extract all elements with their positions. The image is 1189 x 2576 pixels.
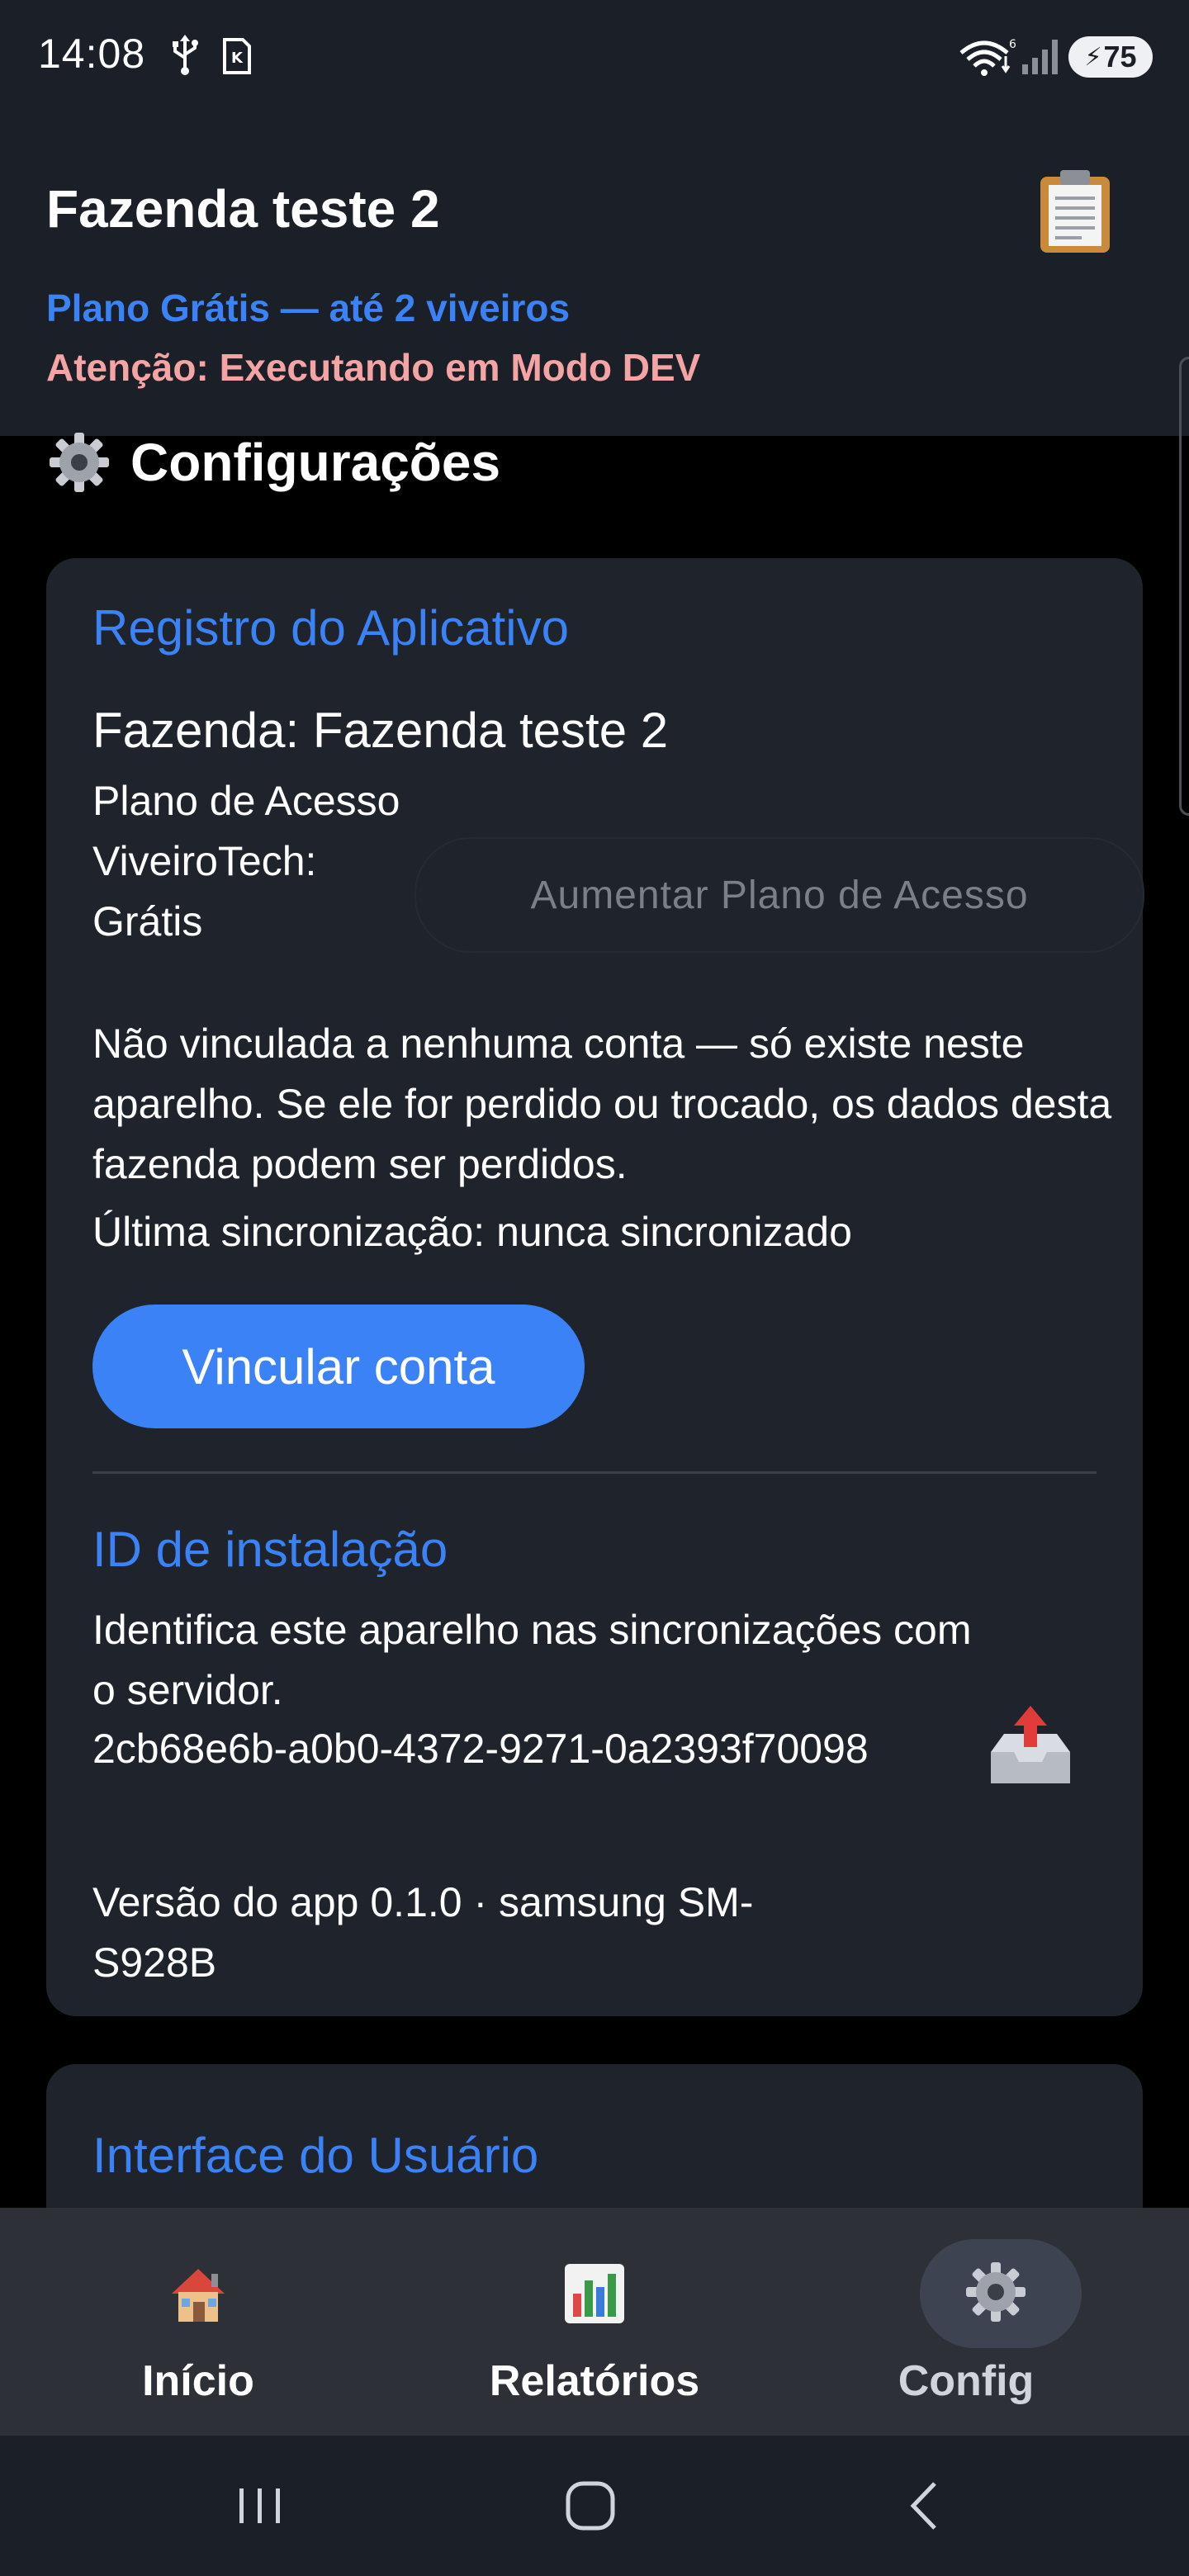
signal-icon [1022, 40, 1058, 74]
app-version: Versão do app 0.1.0 · samsung SM-S928B [92, 1879, 754, 1986]
nav-item-home[interactable]: Início [0, 2208, 396, 2436]
link-account-button[interactable]: Vincular conta [92, 1305, 585, 1428]
registry-section-title: Registro do Aplicativo [92, 600, 569, 656]
gear-icon [966, 2262, 1026, 2322]
page-title: Configurações [46, 429, 500, 495]
charging-icon: ⚡ [1084, 43, 1102, 71]
svg-text:K: K [231, 50, 244, 67]
divider [92, 1471, 1097, 1474]
nav-item-reports[interactable]: Relatórios [396, 2208, 793, 2436]
home-icon [172, 2269, 225, 2322]
wifi-icon: 6 [959, 38, 1016, 76]
nav-label-reports: Relatórios [489, 2357, 700, 2405]
system-navigation-bar [0, 2436, 1189, 2576]
registry-card: Registro do Aplicativo Fazenda: Fazenda … [46, 558, 1144, 2016]
dev-mode-warning: Atenção: Executando em Modo DEV [46, 346, 701, 389]
install-id-value: 2cb68e6b-a0b0-4372-9271-0a2393f70098 [92, 1726, 869, 1772]
battery-level: 75 [1103, 40, 1137, 73]
last-sync: Última sincronização: nunca sincronizado [92, 1209, 852, 1255]
app-header: Fazenda teste 2 Plano Grátis — até 2 viv… [0, 116, 1189, 436]
page-title-text: Configurações [130, 433, 501, 492]
install-id-title: ID de instalação [92, 1522, 448, 1577]
plan-label: Plano de Acesso ViveiroTech: Grátis [92, 778, 400, 945]
status-bar: 14:08 K 6 ⚡ 75 [0, 0, 1189, 116]
battery-icon: ⚡ 75 [1068, 36, 1153, 78]
farm-line: Fazenda: Fazenda teste 2 [92, 703, 669, 758]
account-warning: Não vinculada a nenhuma conta — só exist… [92, 1020, 1112, 1187]
plan-info: Plano Grátis — até 2 viveiros [46, 286, 571, 329]
clipboard-icon[interactable] [1037, 168, 1113, 254]
gear-icon [50, 433, 109, 492]
nav-item-config[interactable]: Config [793, 2208, 1189, 2436]
home-button-icon[interactable] [561, 2477, 619, 2535]
nav-label-config: Config [898, 2357, 1035, 2405]
bar-chart-icon [565, 2264, 624, 2323]
bottom-navigation: Início Relatórios Config [0, 2208, 1189, 2436]
sim-icon: K [223, 38, 251, 74]
install-id-description: Identifica este aparelho nas sincronizaç… [92, 1607, 972, 1713]
export-tray-icon[interactable] [984, 1701, 1077, 1793]
back-icon[interactable] [897, 2477, 955, 2535]
ui-section-title: Interface do Usuário [92, 2128, 539, 2183]
nav-label-home: Início [142, 2357, 254, 2405]
recent-apps-icon[interactable] [231, 2477, 289, 2535]
usb-icon [173, 35, 198, 75]
header-title: Fazenda teste 2 [46, 179, 440, 239]
svg-text:6: 6 [1009, 38, 1016, 51]
status-time: 14:08 [38, 31, 146, 77]
upgrade-plan-button[interactable]: Aumentar Plano de Acesso [414, 837, 1144, 953]
scroll-indicator[interactable] [1179, 357, 1189, 816]
